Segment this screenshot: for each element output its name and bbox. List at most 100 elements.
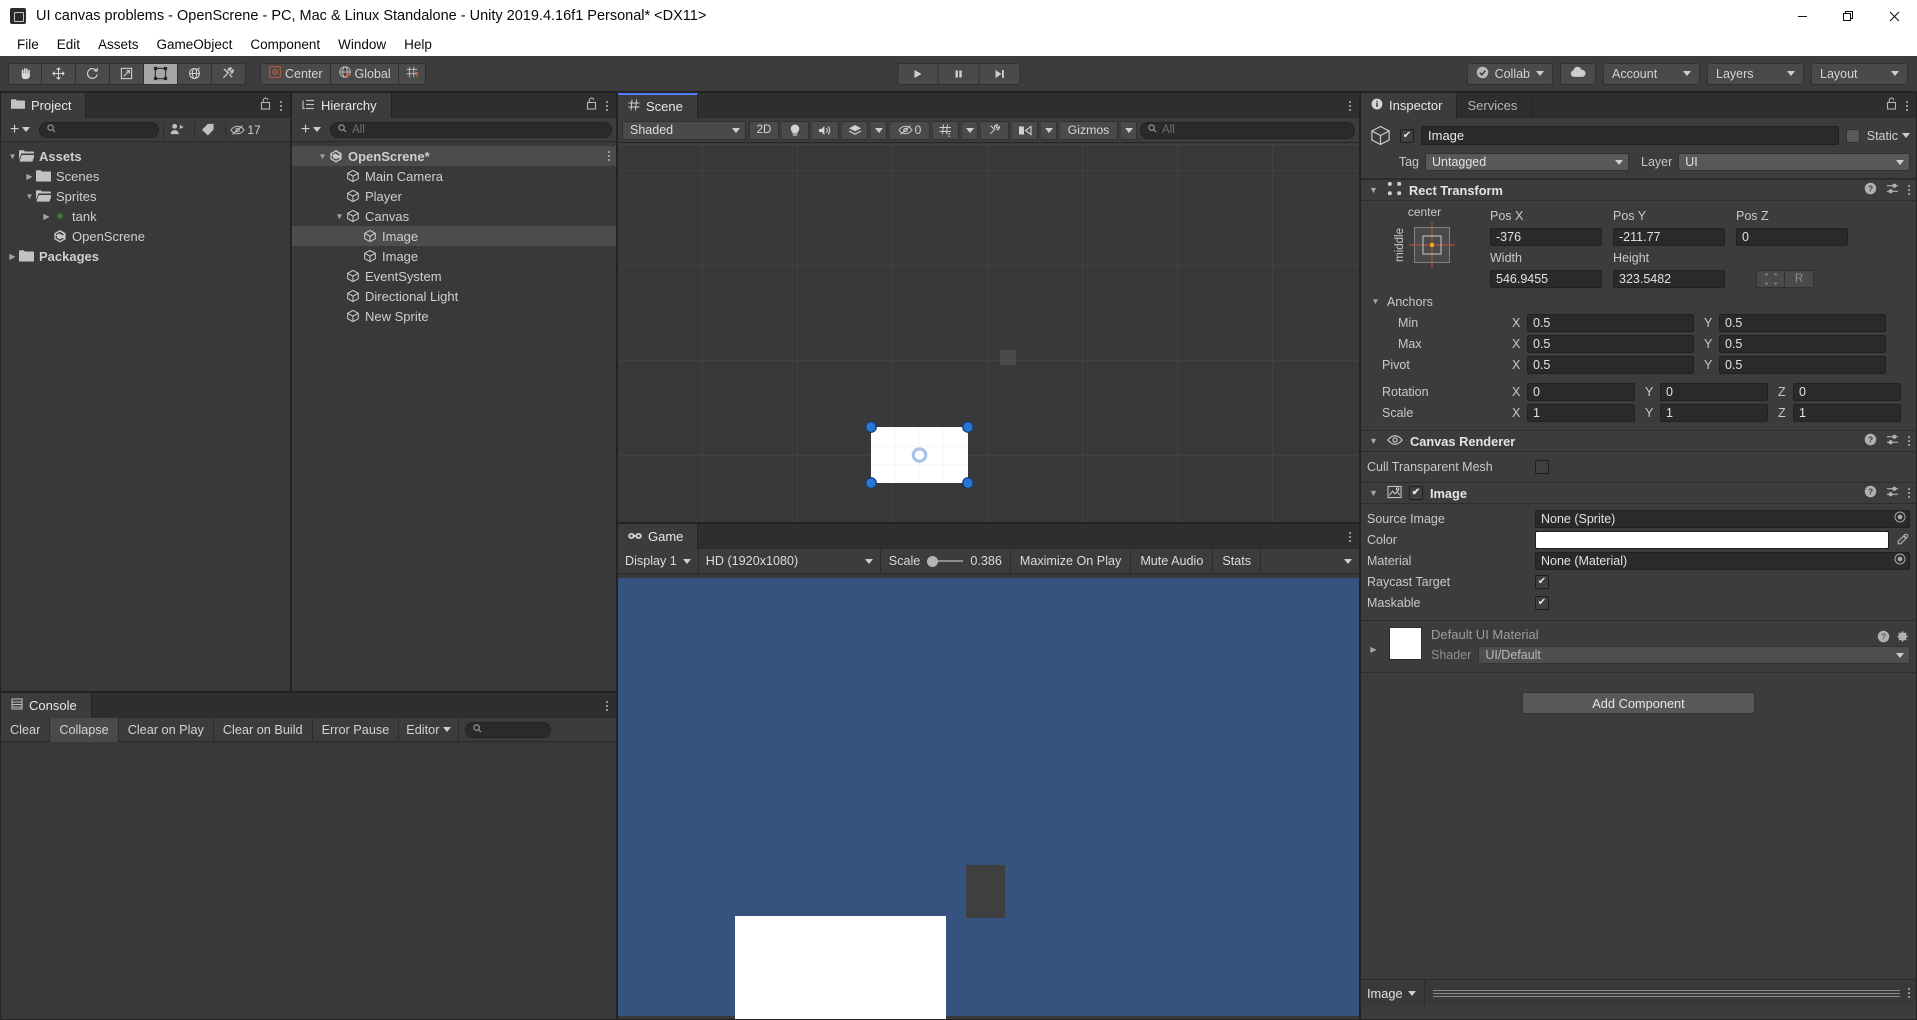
project-tree-item[interactable]: ▶ OpenScrene — [1, 226, 290, 246]
game-menu-icon[interactable] — [1349, 531, 1351, 542]
pos-z-input[interactable]: 0 — [1736, 227, 1848, 246]
orientation-mode-button[interactable]: Global — [330, 62, 399, 85]
project-filter-label-button[interactable] — [194, 120, 221, 139]
scene-gizmos-dropdown[interactable] — [1121, 120, 1137, 140]
game-aspect-dropdown[interactable]: HD (1920x1080) — [699, 548, 881, 574]
close-icon[interactable] — [1871, 0, 1917, 32]
tab-game[interactable]: Game — [618, 524, 699, 549]
preview-menu-icon[interactable] — [1908, 988, 1910, 998]
layout-button[interactable]: Layout — [1811, 62, 1908, 85]
component-menu-icon[interactable] — [1908, 436, 1910, 446]
menu-component[interactable]: Component — [241, 34, 329, 55]
static-dropdown[interactable]: Static — [1867, 129, 1910, 143]
menu-gameobject[interactable]: GameObject — [148, 34, 242, 55]
console-menu-icon[interactable] — [606, 700, 608, 711]
game-stats-button[interactable]: Stats — [1213, 548, 1262, 574]
scene-camera-toggle[interactable] — [1012, 120, 1038, 140]
material-field[interactable]: None (Material) — [1535, 551, 1910, 570]
hierarchy-tree-item[interactable]: ▶ Image — [292, 226, 616, 246]
lock-icon[interactable] — [586, 97, 597, 115]
scene-grid-toggle[interactable]: z — [933, 120, 959, 140]
pos-x-input[interactable]: -376 — [1490, 227, 1602, 246]
tab-console[interactable]: Console — [1, 693, 92, 718]
pivot-mode-button[interactable]: Center — [260, 62, 331, 85]
add-component-button[interactable]: Add Component — [1522, 692, 1755, 714]
hierarchy-tree-item[interactable]: ▶ Image — [292, 246, 616, 266]
project-hidden-toggle[interactable]: 17 — [225, 120, 265, 139]
gameobject-enabled-checkbox[interactable] — [1400, 128, 1414, 143]
expand-arrow-icon[interactable]: ▼ — [23, 192, 36, 201]
anchors-row[interactable]: ▼ Anchors — [1367, 291, 1910, 312]
project-tree-item[interactable]: ▶ Scenes — [1, 166, 290, 186]
scale-x-input[interactable]: 1 — [1527, 403, 1635, 422]
scene-fx-toggle[interactable] — [842, 120, 868, 140]
canvas-renderer-header[interactable]: ▼ Canvas Renderer ? — [1361, 430, 1916, 452]
gameobject-name-input[interactable]: Image — [1421, 126, 1839, 145]
scene-grid-dropdown[interactable] — [962, 120, 978, 140]
project-create-button[interactable]: + — [5, 121, 35, 139]
collab-button[interactable]: Collab — [1466, 62, 1553, 85]
scene-hidden-toggle[interactable]: 0 — [890, 120, 930, 140]
project-tree-item[interactable]: ▼ Sprites — [1, 186, 290, 206]
image-component-enabled-checkbox[interactable] — [1409, 486, 1423, 500]
console-editor-dropdown[interactable]: Editor — [399, 717, 460, 742]
collapse-arrow-icon[interactable]: ▼ — [1367, 185, 1380, 195]
preview-resize-handle[interactable] — [1432, 989, 1900, 997]
scene-camera-dropdown[interactable] — [1041, 120, 1057, 140]
move-tool-button[interactable] — [42, 62, 76, 85]
pivot-y-input[interactable]: 0.5 — [1719, 355, 1886, 374]
scene-gizmos-button[interactable]: Gizmos — [1060, 120, 1118, 140]
rect-transform-header[interactable]: ▼ Rect Transform ? — [1361, 179, 1916, 201]
game-gizmos-dropdown[interactable] — [1337, 549, 1359, 574]
console-clear-on-play-button[interactable]: Clear on Play — [119, 717, 214, 742]
anchors-collapse-icon[interactable]: ▼ — [1369, 297, 1382, 306]
menu-help[interactable]: Help — [395, 34, 441, 55]
tab-services[interactable]: Services — [1457, 93, 1533, 118]
layer-dropdown[interactable]: UI — [1678, 153, 1910, 171]
scene-2d-toggle[interactable]: 2D — [749, 120, 779, 140]
scene-search-input[interactable]: All — [1140, 121, 1355, 139]
collapse-arrow-icon[interactable]: ▶ — [40, 212, 53, 221]
lock-icon[interactable] — [260, 97, 271, 115]
console-error-pause-button[interactable]: Error Pause — [313, 717, 400, 742]
hierarchy-menu-icon[interactable] — [606, 100, 608, 111]
help-icon[interactable]: ? — [1864, 433, 1877, 449]
scale-slider-track[interactable] — [927, 555, 964, 567]
component-menu-icon[interactable] — [1908, 488, 1910, 498]
play-button[interactable] — [897, 62, 938, 85]
rect-tool-button[interactable] — [144, 62, 178, 85]
menu-edit[interactable]: Edit — [48, 34, 89, 55]
hierarchy-tree-item[interactable]: ▼ OpenScrene* — [292, 146, 616, 166]
console-clear-on-build-button[interactable]: Clear on Build — [214, 717, 313, 742]
collapse-arrow-icon[interactable]: ▼ — [1367, 436, 1380, 446]
color-swatch[interactable] — [1535, 530, 1889, 549]
project-search-input[interactable] — [39, 121, 159, 138]
anchor-preset-diagram[interactable] — [1409, 222, 1455, 268]
console-collapse-button[interactable]: Collapse — [50, 717, 119, 742]
grid-snap-button[interactable] — [398, 62, 426, 85]
hierarchy-tree-item[interactable]: ▼ Canvas — [292, 206, 616, 226]
raycast-target-checkbox[interactable] — [1535, 574, 1549, 589]
hierarchy-tree-item[interactable]: ▶ Player — [292, 186, 616, 206]
console-clear-button[interactable]: Clear — [1, 717, 51, 742]
game-viewport[interactable] — [618, 575, 1359, 1019]
cloud-button[interactable] — [1560, 62, 1596, 85]
scene-shading-dropdown[interactable]: Shaded — [622, 120, 746, 140]
custom-tool-button[interactable] — [212, 62, 246, 85]
tag-dropdown[interactable]: Untagged — [1425, 153, 1629, 171]
step-button[interactable] — [979, 62, 1020, 85]
scene-viewport[interactable] — [618, 144, 1359, 522]
hierarchy-search-input[interactable]: All — [330, 121, 612, 138]
collapse-arrow-icon[interactable]: ▶ — [6, 252, 19, 261]
object-picker-icon[interactable] — [1894, 511, 1906, 526]
tab-inspector[interactable]: Inspector — [1361, 93, 1458, 118]
inspector-status-dropdown[interactable]: Image — [1367, 980, 1425, 1006]
gear-icon[interactable] — [1896, 630, 1909, 648]
rotate-tool-button[interactable] — [76, 62, 110, 85]
blueprint-mode-icon[interactable] — [1756, 269, 1785, 288]
preset-icon[interactable] — [1886, 433, 1899, 449]
project-tree-item[interactable]: ▶ tank — [1, 206, 290, 226]
rotation-y-input[interactable]: 0 — [1660, 382, 1768, 401]
scene-lighting-toggle[interactable] — [782, 120, 809, 140]
menu-file[interactable]: File — [8, 34, 48, 55]
